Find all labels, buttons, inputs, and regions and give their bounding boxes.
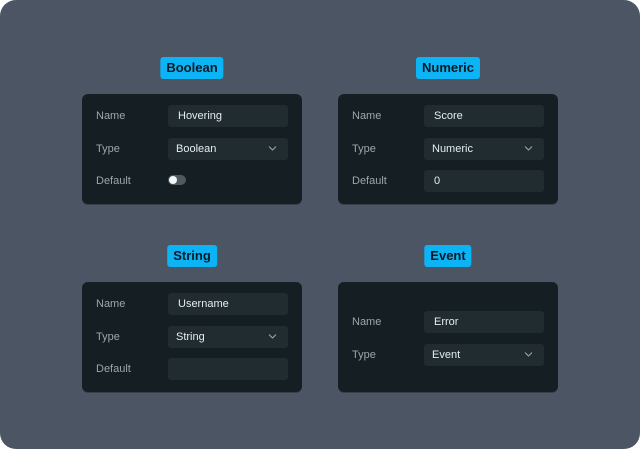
type-select-value: String bbox=[176, 331, 205, 343]
numeric-variable-panel: Name Score Type Numeric Default 0 bbox=[338, 94, 558, 204]
event-variable-panel: Name Error Type Event bbox=[338, 282, 558, 392]
default-row: Default bbox=[82, 170, 302, 192]
canvas: Boolean Name Hovering Type Boolean Defau… bbox=[0, 0, 640, 449]
name-label: Name bbox=[352, 110, 382, 122]
default-label: Default bbox=[96, 363, 131, 375]
name-row: Name Error bbox=[338, 311, 558, 333]
type-select[interactable]: Boolean bbox=[168, 138, 288, 160]
default-row: Default bbox=[82, 358, 302, 380]
type-select-value: Boolean bbox=[176, 143, 217, 155]
boolean-badge: Boolean bbox=[160, 57, 224, 79]
name-label: Name bbox=[96, 298, 126, 310]
name-input[interactable]: Hovering bbox=[168, 105, 288, 127]
name-row: Name Score bbox=[338, 105, 558, 127]
type-select[interactable]: Event bbox=[424, 344, 544, 366]
default-input[interactable] bbox=[168, 358, 288, 380]
type-select-value: Event bbox=[432, 349, 461, 361]
type-row: Type Numeric bbox=[338, 138, 558, 160]
boolean-variable-panel: Name Hovering Type Boolean Default bbox=[82, 94, 302, 204]
type-label: Type bbox=[96, 331, 120, 343]
type-label: Type bbox=[352, 143, 376, 155]
default-toggle[interactable] bbox=[168, 175, 186, 185]
chevron-down-icon bbox=[524, 146, 533, 151]
type-select[interactable]: String bbox=[168, 326, 288, 348]
name-input[interactable]: Username bbox=[168, 293, 288, 315]
chevron-down-icon bbox=[268, 334, 277, 339]
name-label: Name bbox=[352, 316, 382, 328]
numeric-badge: Numeric bbox=[415, 57, 481, 79]
name-row: Name Username bbox=[82, 293, 302, 315]
chevron-down-icon bbox=[268, 146, 277, 151]
default-row: Default 0 bbox=[338, 170, 558, 192]
default-label: Default bbox=[96, 175, 131, 187]
type-row: Type Event bbox=[338, 344, 558, 366]
default-label: Default bbox=[352, 175, 387, 187]
type-select[interactable]: Numeric bbox=[424, 138, 544, 160]
name-input[interactable]: Score bbox=[424, 105, 544, 127]
chevron-down-icon bbox=[524, 352, 533, 357]
name-label: Name bbox=[96, 110, 126, 122]
type-select-value: Numeric bbox=[432, 143, 473, 155]
name-input[interactable]: Error bbox=[424, 311, 544, 333]
type-label: Type bbox=[96, 143, 120, 155]
type-row: Type String bbox=[82, 326, 302, 348]
type-row: Type Boolean bbox=[82, 138, 302, 160]
type-label: Type bbox=[352, 349, 376, 361]
toggle-knob bbox=[169, 176, 177, 184]
string-badge: String bbox=[167, 245, 217, 267]
event-badge: Event bbox=[424, 245, 472, 267]
string-variable-panel: Name Username Type String Default bbox=[82, 282, 302, 392]
default-input[interactable]: 0 bbox=[424, 170, 544, 192]
name-row: Name Hovering bbox=[82, 105, 302, 127]
